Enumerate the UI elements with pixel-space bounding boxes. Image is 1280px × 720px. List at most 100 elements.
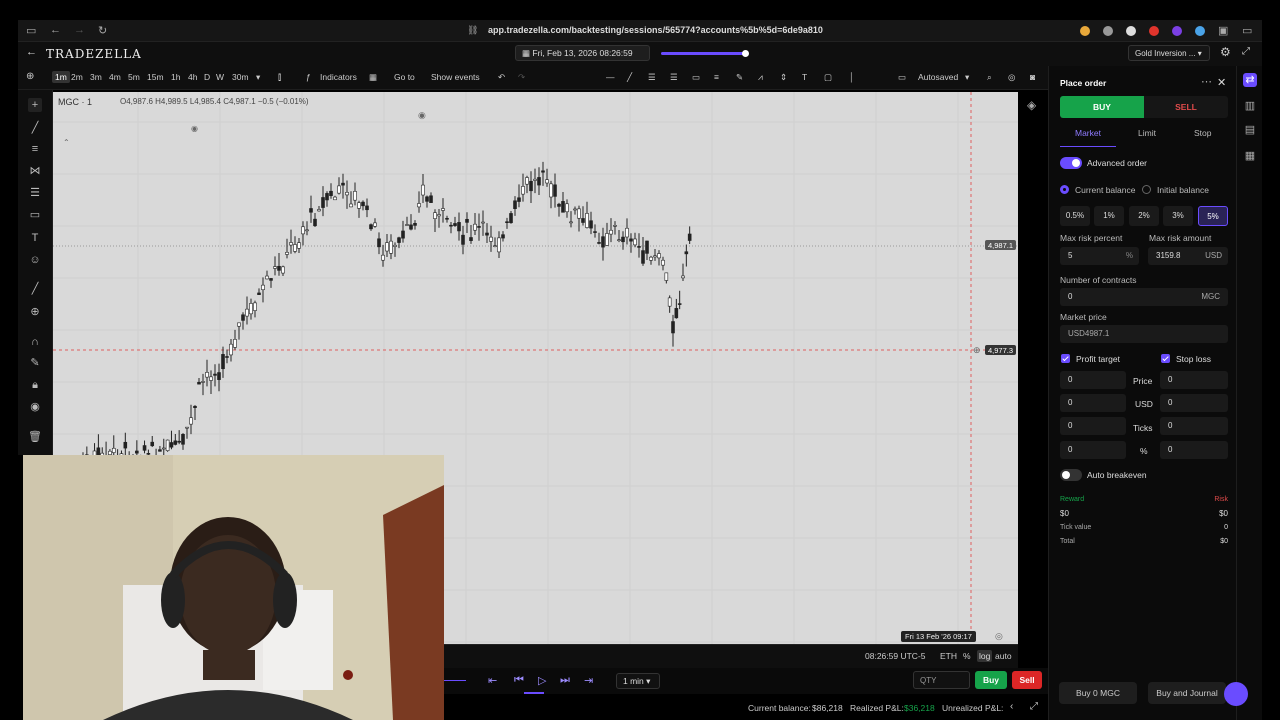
calendar-icon[interactable]: ▦: [1243, 149, 1257, 163]
redo-icon[interactable]: ↷: [518, 72, 525, 83]
risk-option-selected[interactable]: 5%: [1198, 206, 1228, 226]
lines-icon[interactable]: ≡: [714, 72, 719, 82]
forward-icon[interactable]: →: [74, 24, 85, 36]
show-events-button[interactable]: Show events: [431, 72, 480, 82]
ruler-icon[interactable]: ╱: [28, 282, 42, 296]
channel-icon[interactable]: ☰: [670, 72, 678, 83]
session-date[interactable]: ▦ Fri, Feb 13, 2026 08:26:59: [515, 45, 650, 61]
profit-price-input[interactable]: 0: [1060, 371, 1126, 389]
skip-forward-icon[interactable]: ⏭︎: [560, 674, 570, 687]
collapse-icon[interactable]: ⌃: [63, 138, 70, 147]
text-icon[interactable]: T: [802, 72, 807, 82]
tab-limit[interactable]: Limit: [1138, 128, 1156, 138]
settings-icon[interactable]: ◎: [1008, 72, 1015, 83]
goto-button[interactable]: Go to: [394, 72, 415, 82]
current-balance-radio[interactable]: [1060, 185, 1069, 194]
extension-icon[interactable]: [1080, 26, 1090, 36]
extension-icon[interactable]: [1149, 26, 1159, 36]
advanced-order-toggle[interactable]: [1060, 157, 1082, 169]
crosshair-icon[interactable]: +: [28, 98, 42, 112]
step-back-bar-icon[interactable]: ⇤: [488, 674, 497, 687]
sidebar-right-icon[interactable]: ▭: [1242, 24, 1252, 37]
step-forward-bar-icon[interactable]: ⇥: [584, 674, 593, 687]
expand-icon[interactable]: ⤢: [1030, 701, 1038, 712]
gear-icon[interactable]: ⚙: [1220, 45, 1231, 59]
timeframe-1h[interactable]: 1h: [171, 72, 180, 82]
chrome-icon[interactable]: [1195, 26, 1205, 36]
risk-option[interactable]: 0.5%: [1060, 206, 1090, 226]
sell-tab[interactable]: SELL: [1144, 96, 1228, 118]
zoom-icon[interactable]: ⊕: [28, 305, 42, 319]
close-icon[interactable]: ✕: [1217, 76, 1226, 89]
settings-icon[interactable]: ◎: [995, 631, 1003, 642]
play-icon[interactable]: ▷: [538, 674, 546, 687]
stop-price-input[interactable]: 0: [1160, 371, 1228, 389]
candle-type-icon[interactable]: ⫾: [278, 72, 281, 83]
brush-icon[interactable]: ✎: [736, 72, 743, 83]
auto-breakeven-toggle[interactable]: [1060, 469, 1082, 481]
fullscreen-icon[interactable]: ⤢: [1242, 46, 1250, 57]
initial-balance-radio[interactable]: [1142, 185, 1151, 194]
qty-input[interactable]: QTY: [913, 671, 970, 689]
text-icon[interactable]: T: [28, 231, 42, 245]
session-label[interactable]: ETH: [940, 651, 957, 661]
back-icon[interactable]: ←: [50, 24, 61, 36]
undo-icon[interactable]: ↶: [498, 72, 505, 83]
trendline-icon[interactable]: ╱: [627, 72, 632, 83]
speed-track[interactable]: [444, 680, 466, 681]
buy-and-journal-button[interactable]: Buy and Journal: [1148, 682, 1226, 704]
chart-stats-icon[interactable]: ▥: [1243, 99, 1257, 113]
risk-option[interactable]: 1%: [1094, 206, 1124, 226]
autosaved-status[interactable]: Autosaved: [918, 72, 958, 82]
current-balance-option[interactable]: Current balance: [1075, 185, 1135, 195]
vertical-line-icon[interactable]: │: [849, 72, 854, 82]
pitchfork-icon[interactable]: ⋈: [28, 164, 42, 178]
eye-icon[interactable]: ◉: [418, 110, 426, 121]
tab-stop[interactable]: Stop: [1194, 128, 1212, 138]
timeframe-5m[interactable]: 5m: [128, 72, 140, 82]
percent-scale-toggle[interactable]: %: [963, 651, 971, 661]
chevron-left-icon[interactable]: ‹: [1010, 701, 1013, 712]
timeframe-30m[interactable]: 30m: [232, 72, 249, 82]
slider-knob[interactable]: [742, 50, 749, 57]
reload-icon[interactable]: ↻: [98, 24, 107, 37]
extension-icon[interactable]: [1172, 26, 1182, 36]
profit-target-checkbox[interactable]: [1061, 354, 1070, 363]
contracts-input[interactable]: 0 MGC: [1060, 288, 1228, 306]
auto-scale-toggle[interactable]: auto: [995, 651, 1012, 661]
profit-ticks-input[interactable]: 0: [1060, 417, 1126, 435]
shapes-icon[interactable]: ▭: [28, 208, 42, 222]
trendline-icon[interactable]: ╱: [28, 121, 42, 135]
eye-icon[interactable]: ◉: [191, 124, 198, 133]
replay-timeframe-select[interactable]: 1 min ▾: [616, 673, 660, 689]
replay-progress-slider[interactable]: [661, 50, 749, 57]
eye-icon[interactable]: ◉: [28, 400, 42, 414]
pattern-icon[interactable]: ⩘: [758, 72, 763, 83]
add-alert-icon[interactable]: ⊕: [973, 345, 981, 356]
chevron-down-icon[interactable]: ▾: [256, 72, 260, 83]
extension-icon[interactable]: [1126, 26, 1136, 36]
layout-icon[interactable]: ▭: [898, 72, 906, 83]
sidebar-toggle-icon[interactable]: ▭: [26, 24, 36, 37]
rect-icon[interactable]: ▭: [692, 72, 700, 83]
horizontal-line-icon[interactable]: —: [606, 72, 615, 82]
profit-percent-input[interactable]: 0: [1060, 441, 1126, 459]
search-icon[interactable]: ⌕: [987, 72, 992, 83]
emoji-icon[interactable]: ☺: [28, 253, 42, 267]
chat-support-icon[interactable]: [1224, 682, 1248, 706]
comment-icon[interactable]: ▢: [824, 72, 832, 83]
quick-sell-button[interactable]: Sell: [1012, 671, 1042, 689]
max-risk-percent-input[interactable]: 5 %: [1060, 247, 1139, 265]
timeframe-15m[interactable]: 15m: [147, 72, 164, 82]
shield-icon[interactable]: [1103, 26, 1113, 36]
long-position-icon[interactable]: ⇕: [780, 72, 787, 83]
timeframe-2m[interactable]: 2m: [71, 72, 83, 82]
stop-loss-checkbox[interactable]: [1161, 354, 1170, 363]
more-icon[interactable]: ⋯: [1201, 75, 1212, 88]
log-scale-toggle[interactable]: log: [977, 650, 993, 662]
buy-tab[interactable]: BUY: [1060, 96, 1144, 118]
clock-label[interactable]: 08:26:59 UTC-5: [865, 651, 925, 661]
risk-option[interactable]: 2%: [1129, 206, 1159, 226]
fib-icon[interactable]: ☰: [648, 72, 656, 83]
back-arrow-icon[interactable]: ←: [26, 46, 37, 58]
